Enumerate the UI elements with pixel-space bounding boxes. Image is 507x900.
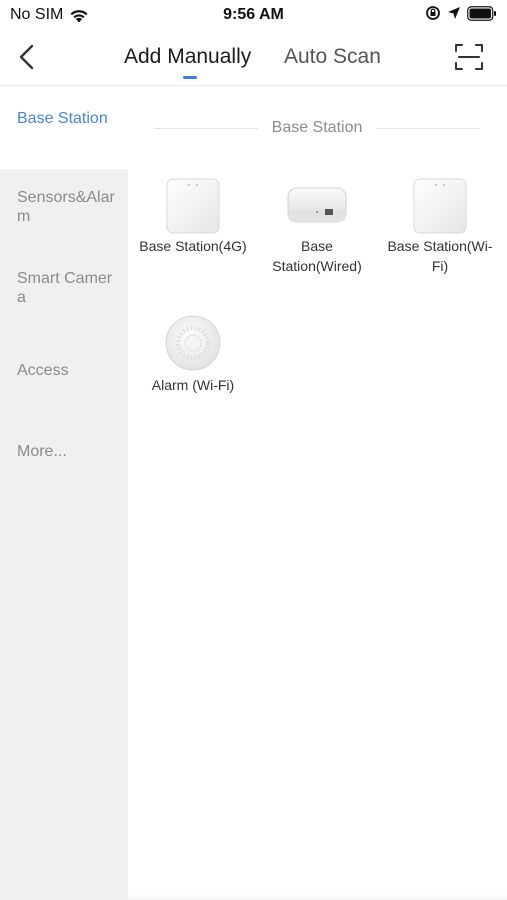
divider-right xyxy=(376,127,481,129)
sidebar-item-base-station[interactable]: Base Station xyxy=(0,87,128,169)
chevron-left-icon xyxy=(19,44,34,70)
section-title: Base Station xyxy=(271,119,363,136)
rotation-lock-icon xyxy=(426,6,440,20)
divider-left xyxy=(154,127,258,129)
sidebar-item-sensors-alarm[interactable]: Sensors&Alarm xyxy=(0,188,128,226)
base-station-4g-icon xyxy=(166,178,220,234)
back-button[interactable] xyxy=(14,42,42,72)
bottom-edge-shadow xyxy=(128,894,507,900)
base-station-wifi-icon xyxy=(413,178,467,234)
device-base-station-wifi[interactable]: Base Station(Wi-Fi) xyxy=(380,176,500,276)
battery-icon xyxy=(467,5,496,21)
active-tab-indicator xyxy=(183,76,197,79)
device-label: Base Station(Wired) xyxy=(272,238,362,274)
sidebar-item-access[interactable]: Access xyxy=(0,361,128,380)
section-header: Base Station xyxy=(154,118,481,138)
sidebar-item-more[interactable]: More... xyxy=(0,442,128,461)
tab-auto-scan[interactable]: Auto Scan xyxy=(284,45,381,69)
device-label: Alarm (Wi-Fi) xyxy=(151,377,235,393)
category-sidebar: Base Station Sensors&Alarm Smart Camera … xyxy=(0,87,128,900)
base-station-wired-icon xyxy=(287,187,347,223)
device-label: Base Station(Wi-Fi) xyxy=(387,238,493,274)
scan-button[interactable] xyxy=(454,43,484,71)
device-base-station-wired[interactable]: Base Station(Wired) xyxy=(257,176,377,276)
tab-add-manually[interactable]: Add Manually xyxy=(124,45,251,69)
status-right xyxy=(425,5,497,21)
alarm-wifi-icon xyxy=(165,315,221,371)
status-bar: No SIM 9:56 AM xyxy=(0,0,507,30)
device-base-station-4g[interactable]: Base Station(4G) xyxy=(133,176,253,256)
device-alarm-wifi[interactable]: Alarm (Wi-Fi) xyxy=(133,313,253,395)
device-label: Base Station(4G) xyxy=(139,238,247,254)
sidebar-item-smart-camera[interactable]: Smart Camera xyxy=(0,269,128,307)
location-arrow-icon xyxy=(448,7,460,19)
nav-bar: Add Manually Auto Scan xyxy=(0,30,507,86)
scan-frame-icon xyxy=(455,44,483,70)
